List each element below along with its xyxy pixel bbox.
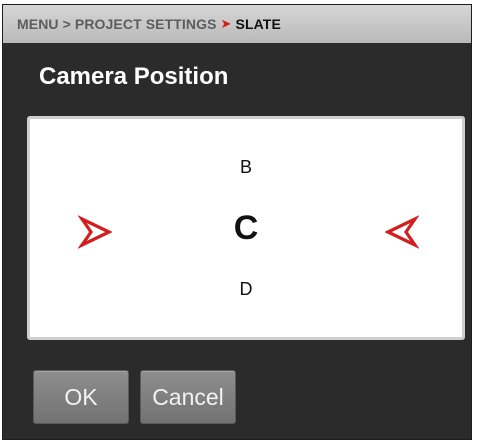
breadcrumb-project-settings[interactable]: PROJECT SETTINGS: [75, 16, 217, 32]
camera-position-selector: B C D: [27, 116, 465, 340]
position-down-option[interactable]: D: [226, 279, 266, 300]
breadcrumb-slate: SLATE: [235, 16, 281, 32]
breadcrumb-menu[interactable]: MENU: [17, 16, 59, 32]
position-up-option[interactable]: B: [226, 157, 266, 178]
cancel-button[interactable]: Cancel: [140, 370, 236, 424]
page-title: Camera Position: [39, 63, 229, 90]
position-current-value: C: [233, 209, 259, 247]
slate-screen: MENU > PROJECT SETTINGS ➤ SLATE Camera P…: [2, 4, 472, 440]
breadcrumb-separator: >: [62, 16, 71, 32]
breadcrumb-active-separator-icon: ➤: [220, 16, 232, 31]
arrow-left-icon[interactable]: [385, 215, 419, 249]
arrow-right-icon[interactable]: [78, 215, 112, 249]
ok-button[interactable]: OK: [33, 370, 129, 424]
breadcrumb: MENU > PROJECT SETTINGS ➤ SLATE: [3, 5, 471, 43]
